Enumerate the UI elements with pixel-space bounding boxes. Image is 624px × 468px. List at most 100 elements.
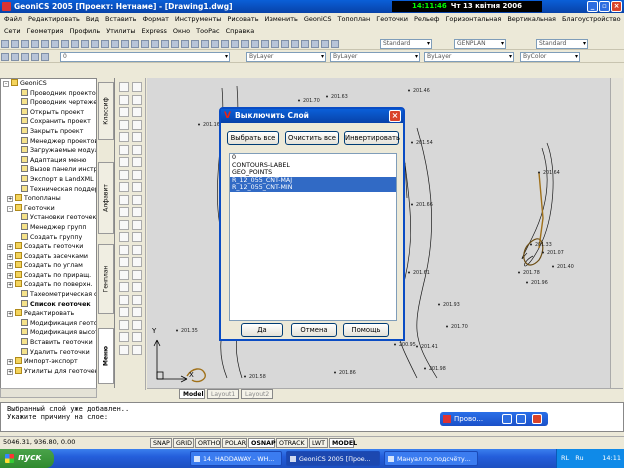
toolbar-icon[interactable]: [41, 40, 49, 48]
plotstyle-combo[interactable]: ByColor: [520, 52, 580, 62]
menu-item[interactable]: Профиль: [69, 26, 100, 37]
menu-item[interactable]: Топоплан: [337, 14, 370, 25]
tree-item[interactable]: Вызов панели инструм.: [1, 165, 96, 175]
dimstyle-combo[interactable]: GENPLAN: [454, 39, 506, 49]
layout-tab-layout1[interactable]: Layout1: [207, 389, 239, 399]
toolbar-icon[interactable]: [231, 40, 239, 48]
draw-tool-icon[interactable]: [132, 119, 142, 130]
palette-tab-2[interactable]: Генплан: [98, 244, 114, 314]
toolbar-icon[interactable]: [191, 40, 199, 48]
draw-tool-icon[interactable]: [119, 182, 129, 192]
tree-item[interactable]: Менеджер проектов: [1, 136, 96, 147]
float-close-button[interactable]: [532, 414, 542, 424]
draw-tool-icon[interactable]: [119, 207, 129, 217]
layer-list[interactable]: 0 CONTOURS-LABEL GEO_POINTS R_12_055_CNT-MA…: [229, 153, 397, 321]
tree-item[interactable]: Адаптация меню: [1, 155, 96, 166]
help-button[interactable]: Помощь: [343, 323, 389, 337]
expand-toggle[interactable]: +: [7, 368, 13, 375]
expand-toggle[interactable]: -: [7, 205, 13, 212]
draw-tool-icon[interactable]: [132, 157, 142, 167]
menu-item[interactable]: Сети: [4, 26, 21, 37]
tree-item[interactable]: + Редактировать: [1, 309, 96, 319]
toolbar-icon[interactable]: [131, 40, 139, 48]
draw-tool-icon[interactable]: [119, 332, 129, 342]
tablestyle-combo[interactable]: Standard: [536, 39, 588, 49]
draw-tool-icon[interactable]: [132, 269, 142, 280]
draw-tool-icon[interactable]: [119, 344, 129, 355]
layer-list-item[interactable]: 0: [230, 154, 396, 162]
menu-item[interactable]: Утилиты: [106, 26, 135, 37]
toolbar-icon[interactable]: [31, 40, 39, 48]
tree-item[interactable]: + Утилиты для геоточек: [1, 366, 96, 377]
toolbar-icon[interactable]: [171, 40, 179, 48]
draw-tool-icon[interactable]: [132, 169, 142, 180]
draw-tool-icon[interactable]: [119, 144, 129, 155]
dialog-close-button[interactable]: ×: [389, 110, 401, 122]
layer-combo[interactable]: 0: [60, 52, 230, 62]
tree-item[interactable]: Техническая поддержка: [1, 184, 96, 195]
toolbar-icon[interactable]: [151, 40, 159, 48]
tree-item[interactable]: - Геоточки: [1, 203, 96, 214]
status-toggle-lwt[interactable]: LWT: [309, 438, 328, 448]
layout-tab-model[interactable]: Model: [179, 389, 205, 399]
layout-tab-layout2[interactable]: Layout2: [241, 389, 273, 399]
palette-tab-0[interactable]: Классиф: [98, 82, 114, 140]
draw-tool-icon[interactable]: [119, 269, 129, 280]
menu-item[interactable]: Файл: [4, 14, 22, 25]
layer-tool-icon[interactable]: [21, 53, 29, 61]
draw-tool-icon[interactable]: [132, 144, 142, 155]
menu-item[interactable]: Справка: [226, 26, 255, 37]
expand-toggle[interactable]: +: [7, 196, 13, 203]
floating-window[interactable]: Прово...: [440, 412, 548, 426]
draw-tool-icon[interactable]: [132, 244, 142, 255]
menu-item[interactable]: Формат: [143, 14, 169, 25]
draw-tool-icon[interactable]: [119, 257, 129, 267]
menu-item[interactable]: Инструменты: [175, 14, 222, 25]
draw-tool-icon[interactable]: [132, 307, 142, 317]
toolbar-icon[interactable]: [281, 40, 289, 48]
canvas-vertical-scrollbar[interactable]: [610, 78, 623, 388]
layer-tool-icon[interactable]: [11, 53, 19, 61]
draw-tool-icon[interactable]: [132, 294, 142, 305]
draw-tool-icon[interactable]: [132, 182, 142, 192]
draw-tool-icon[interactable]: [119, 132, 129, 142]
draw-tool-icon[interactable]: [119, 219, 129, 230]
draw-tool-icon[interactable]: [119, 294, 129, 305]
toolbar-icon[interactable]: [271, 40, 279, 48]
toolbar-icon[interactable]: [161, 40, 169, 48]
tree-item[interactable]: Загружаемые модули: [1, 146, 96, 156]
expand-toggle[interactable]: +: [7, 253, 13, 260]
toolbar-icon[interactable]: [301, 40, 309, 48]
tree-item[interactable]: Проводник чертежей: [1, 98, 96, 108]
status-toggle-grid[interactable]: GRID: [173, 438, 194, 448]
minimize-button[interactable]: _: [587, 1, 598, 12]
draw-tool-icon[interactable]: [119, 307, 129, 317]
toolbar-icon[interactable]: [141, 40, 149, 48]
toolbar-icon[interactable]: [201, 40, 209, 48]
menu-item[interactable]: Рисовать: [227, 14, 258, 25]
toolbar-icon[interactable]: [291, 40, 299, 48]
invert-button[interactable]: Инвертировать: [344, 131, 400, 145]
toolbar-icon[interactable]: [61, 40, 69, 48]
menu-item[interactable]: Геометрия: [27, 26, 64, 37]
draw-tool-icon[interactable]: [132, 319, 142, 330]
tree-item[interactable]: Проводник проектов: [1, 88, 96, 99]
tree-item[interactable]: Закрыть проект: [1, 126, 96, 137]
toolbar-icon[interactable]: [241, 40, 249, 48]
task-manual[interactable]: Мануал по подсчёту...: [384, 451, 478, 466]
status-toggle-ortho[interactable]: ORTHO: [195, 438, 221, 448]
expand-toggle[interactable]: +: [7, 272, 13, 279]
draw-tool-icon[interactable]: [119, 232, 129, 242]
tree-item[interactable]: Установки геоточек: [1, 213, 96, 223]
toolbar-icon[interactable]: [251, 40, 259, 48]
expand-toggle[interactable]: +: [7, 263, 13, 270]
draw-tool-icon[interactable]: [119, 82, 129, 92]
expand-toggle[interactable]: -: [3, 81, 9, 87]
palette-tab-1[interactable]: Алфавит: [98, 162, 114, 234]
task-geonics[interactable]: GeoniCS 2005 [Прое...: [286, 451, 380, 466]
draw-tool-icon[interactable]: [119, 244, 129, 255]
expand-toggle[interactable]: +: [7, 311, 13, 318]
tree-item[interactable]: + Создать по углам: [1, 261, 96, 271]
layer-list-item[interactable]: R_12_055_CNT-MIN: [230, 184, 396, 192]
task-haddaway[interactable]: 14. HADDAWAY - WH...: [190, 451, 282, 466]
